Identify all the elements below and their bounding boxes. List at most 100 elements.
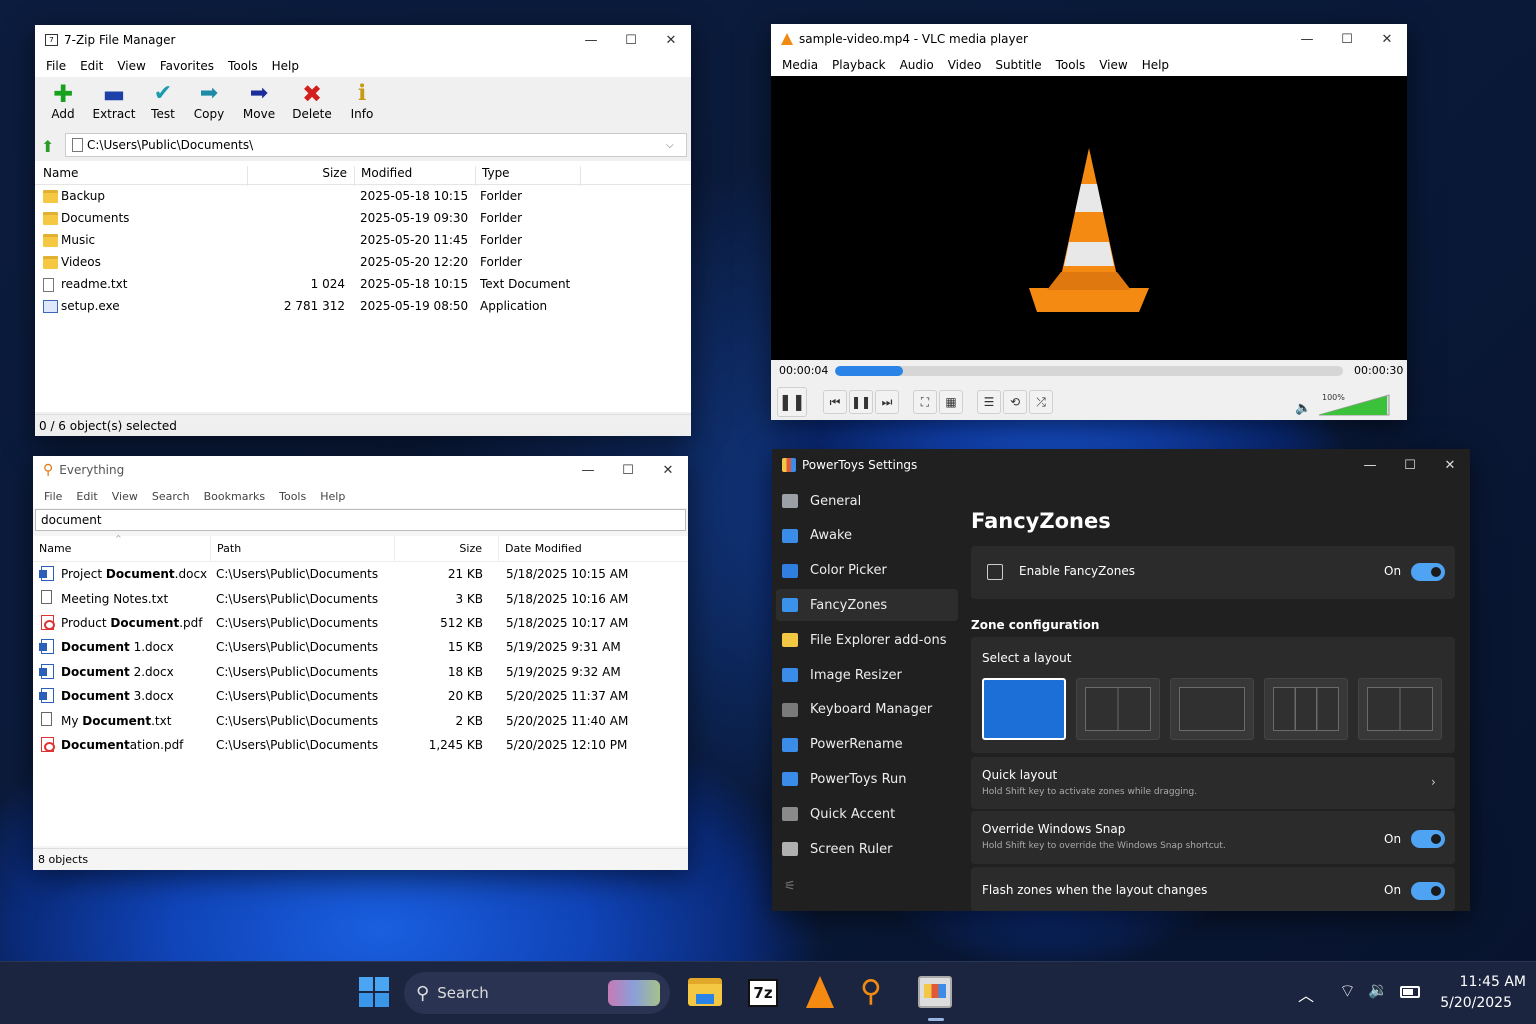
- everything-titlebar[interactable]: ⚲ Everything — ☐ ✕: [33, 456, 688, 484]
- layout-focus[interactable]: [1170, 678, 1254, 740]
- override-snap-toggle[interactable]: [1411, 830, 1445, 848]
- col-path[interactable]: Path: [210, 536, 394, 562]
- quick-layout-card[interactable]: Quick layout Hold Shift key to activate …: [971, 757, 1455, 809]
- table-row[interactable]: Documents 2025-05-19 09:30 Forlder: [35, 207, 691, 229]
- table-row[interactable]: setup.exe 2 781 312 2025-05-19 08:50 Applic…: [35, 295, 691, 317]
- maximize-icon[interactable]: ☐: [611, 33, 651, 48]
- menu-media[interactable]: Media: [775, 58, 825, 72]
- sidebar-item-image-resizer[interactable]: Image Resizer: [776, 659, 958, 691]
- menu-view[interactable]: View: [105, 490, 145, 503]
- menu-video[interactable]: Video: [941, 58, 989, 72]
- menu-search[interactable]: Search: [145, 490, 197, 503]
- sidebar-item-quick-accent[interactable]: Quick Accent: [776, 798, 958, 830]
- enable-fancyzones-toggle[interactable]: [1411, 563, 1445, 581]
- chevron-down-icon[interactable]: ⌵: [666, 140, 686, 151]
- fullscreen-button[interactable]: ⛶: [913, 390, 937, 414]
- info-button[interactable]: ℹ Info: [347, 81, 377, 121]
- taskbar-search[interactable]: ⚲ Search: [404, 972, 670, 1014]
- sidebar-item-powertoys-run[interactable]: PowerToys Run: [776, 763, 958, 795]
- maximize-icon[interactable]: ☐: [1390, 458, 1430, 473]
- chevron-up-icon[interactable]: ︿: [1298, 982, 1314, 1006]
- menu-view[interactable]: View: [1092, 58, 1134, 72]
- video-area[interactable]: [771, 76, 1407, 360]
- volume-icon[interactable]: 🔉: [1368, 980, 1388, 999]
- 7zip-taskbar-icon[interactable]: 7z: [748, 979, 778, 1007]
- shuffle-button[interactable]: ⤮: [1029, 390, 1053, 414]
- menu-edit[interactable]: Edit: [69, 490, 104, 503]
- wifi-icon[interactable]: ⌔: [1339, 980, 1356, 1003]
- col-modified[interactable]: Modified: [354, 166, 474, 186]
- loop-button[interactable]: ⟲: [1003, 390, 1027, 414]
- menu-tools[interactable]: Tools: [272, 490, 313, 503]
- table-row[interactable]: Videos 2025-05-20 12:20 Forlder: [35, 251, 691, 273]
- sidebar-item-color-picker[interactable]: Color Picker: [776, 555, 958, 587]
- minimize-icon[interactable]: —: [1350, 458, 1390, 473]
- sidebar-item-fancyzones[interactable]: FancyZones: [776, 589, 958, 622]
- minimize-icon[interactable]: —: [1287, 32, 1327, 47]
- start-button[interactable]: [359, 977, 389, 1007]
- layout-blank[interactable]: [982, 678, 1066, 740]
- vlc-titlebar[interactable]: sample-video.mp4 - VLC media player — ☐ …: [771, 24, 1407, 54]
- menu-bookmarks[interactable]: Bookmarks: [197, 490, 272, 503]
- maximize-icon[interactable]: ☐: [608, 463, 648, 478]
- menu-subtitle[interactable]: Subtitle: [988, 58, 1048, 72]
- col-date-modified[interactable]: Date Modified: [498, 536, 588, 562]
- layout-priority-grid[interactable]: [1358, 678, 1442, 740]
- copy-button[interactable]: ➡ Copy: [191, 81, 227, 121]
- sidebar-item-awake[interactable]: Awake: [776, 520, 958, 552]
- menu-file[interactable]: File: [37, 490, 69, 503]
- col-name[interactable]: Name: [43, 166, 78, 180]
- file-explorer-taskbar-icon[interactable]: [688, 978, 722, 1006]
- path-box[interactable]: C:\Users\Public\Documents\ ⌵: [65, 133, 687, 157]
- speaker-icon[interactable]: 🔈: [1295, 401, 1311, 416]
- menu-tools[interactable]: Tools: [221, 59, 265, 73]
- flash-zones-toggle[interactable]: [1411, 882, 1445, 900]
- list-item[interactable]: Document 1.docx C:\Users\Public\Documents…: [33, 635, 688, 659]
- list-item[interactable]: Meeting Notes.txt C:\Users\Public\Documen…: [33, 586, 688, 610]
- clock-time[interactable]: 11:45 AM: [1446, 974, 1526, 990]
- menu-edit[interactable]: Edit: [73, 59, 110, 73]
- table-row[interactable]: Backup 2025-05-18 10:15 Forlder: [35, 185, 691, 207]
- maximize-icon[interactable]: ☐: [1327, 32, 1367, 47]
- next-button[interactable]: ⏭: [875, 390, 899, 414]
- menu-file[interactable]: File: [39, 59, 73, 73]
- clock-date[interactable]: 5/20/2025: [1432, 995, 1512, 1011]
- delete-button[interactable]: ✖ Delete: [291, 81, 333, 121]
- previous-button[interactable]: ⏮: [823, 390, 847, 414]
- list-item[interactable]: Product Document.pdf C:\Users\Public\Docu…: [33, 611, 688, 635]
- sidebar-item-file-explorer-add-ons[interactable]: File Explorer add-ons: [776, 624, 958, 656]
- battery-icon[interactable]: [1400, 986, 1420, 998]
- close-icon[interactable]: ✕: [651, 33, 691, 48]
- pause-button[interactable]: ❚❚: [777, 387, 807, 417]
- vlc-taskbar-icon[interactable]: [806, 976, 834, 1008]
- col-size[interactable]: Size: [394, 536, 488, 562]
- col-name[interactable]: Name: [39, 542, 71, 555]
- menu-tools[interactable]: Tools: [1049, 58, 1093, 72]
- list-item[interactable]: My Document.txt C:\Users\Public\Documents…: [33, 708, 688, 732]
- playlist-button[interactable]: ☰: [977, 390, 1001, 414]
- menu-help[interactable]: Help: [1135, 58, 1176, 72]
- sidebar-item-keyboard-manager[interactable]: Keyboard Manager: [776, 694, 958, 726]
- extended-settings-button[interactable]: ▦: [939, 390, 963, 414]
- list-item[interactable]: Documentation.pdf C:\Users\Public\Documen…: [33, 733, 688, 757]
- layout-columns[interactable]: [1076, 678, 1160, 740]
- chevron-right-icon[interactable]: ›: [1431, 775, 1436, 789]
- list-item[interactable]: Document 3.docx C:\Users\Public\Documents…: [33, 684, 688, 708]
- col-type[interactable]: Type: [475, 166, 581, 186]
- 7zip-titlebar[interactable]: 7 7-Zip File Manager — ☐ ✕: [35, 25, 691, 55]
- seek-bar[interactable]: [835, 366, 1343, 376]
- col-size[interactable]: Size: [247, 166, 347, 186]
- sidebar-item-screen-ruler[interactable]: Screen Ruler: [776, 833, 958, 865]
- up-folder-icon[interactable]: ⬆: [41, 137, 54, 156]
- close-icon[interactable]: ✕: [648, 463, 688, 478]
- search-input[interactable]: document: [35, 509, 686, 531]
- menu-view[interactable]: View: [110, 59, 152, 73]
- menu-help[interactable]: Help: [265, 59, 306, 73]
- powertoys-taskbar-icon[interactable]: [918, 976, 952, 1008]
- table-row[interactable]: readme.txt 1 024 2025-05-18 10:15 Text Docu…: [35, 273, 691, 295]
- menu-playback[interactable]: Playback: [825, 58, 893, 72]
- add-button[interactable]: ✚ Add: [45, 81, 81, 121]
- minimize-icon[interactable]: —: [568, 463, 608, 478]
- volume-slider[interactable]: [1319, 394, 1391, 416]
- powertoys-titlebar[interactable]: PowerToys Settings — ☐ ✕: [772, 449, 1470, 481]
